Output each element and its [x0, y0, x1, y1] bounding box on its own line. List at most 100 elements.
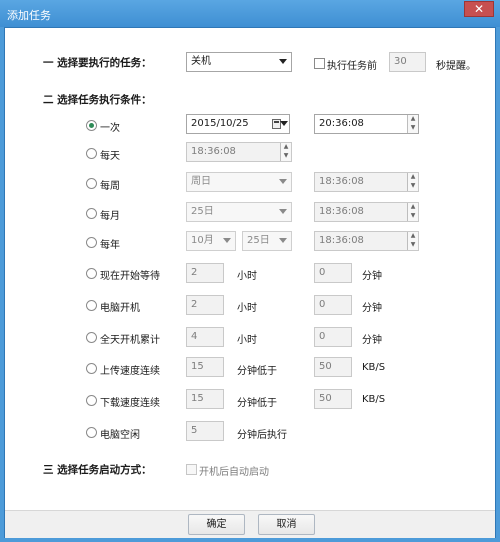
radio-download-label: 下载速度连续	[100, 398, 160, 409]
spin-down-icon[interactable]: ▼	[407, 241, 418, 250]
daily-time-value: 18:36:08	[191, 146, 236, 157]
radio-upload[interactable]	[86, 363, 97, 374]
radio-daily[interactable]	[86, 148, 97, 159]
radio-download[interactable]	[86, 395, 97, 406]
weekly-time-input[interactable]: 18:36:08 ▲ ▼	[314, 172, 419, 192]
notify-suffix: 秒提醒。	[436, 61, 476, 72]
wait-minutes-input[interactable]: 0	[314, 263, 352, 283]
time-spinner[interactable]: ▲ ▼	[407, 232, 418, 250]
spin-down-icon[interactable]: ▼	[407, 182, 418, 191]
monthly-day-select[interactable]: 25日	[186, 202, 292, 222]
chevron-down-icon	[279, 209, 287, 214]
boot-hours-unit: 小时	[237, 303, 257, 314]
spin-down-icon[interactable]: ▼	[280, 152, 291, 161]
chevron-down-icon	[280, 121, 288, 126]
yearly-day-select[interactable]: 25日	[242, 231, 292, 251]
task-select[interactable]: 关机	[186, 52, 292, 72]
spin-down-icon[interactable]: ▼	[407, 212, 418, 221]
upload-minutes-input[interactable]: 15	[186, 357, 224, 377]
radio-yearly-label: 每年	[100, 240, 120, 251]
radio-uptime-label: 全天开机累计	[100, 335, 160, 346]
yearly-time-input[interactable]: 18:36:08 ▲ ▼	[314, 231, 419, 251]
yearly-day-value: 25日	[247, 235, 270, 246]
notify-seconds-input[interactable]: 30	[389, 52, 426, 72]
idle-minutes-text: 分钟后执行	[237, 430, 287, 441]
idle-minutes-input[interactable]: 5	[186, 421, 224, 441]
spin-up-icon[interactable]: ▲	[407, 173, 418, 182]
radio-once[interactable]	[86, 120, 97, 131]
spin-up-icon[interactable]: ▲	[280, 143, 291, 152]
once-date-picker[interactable]: 2015/10/25	[186, 114, 290, 134]
cancel-button[interactable]: 取消	[258, 514, 315, 535]
daily-time-input[interactable]: 18:36:08 ▲ ▼	[186, 142, 292, 162]
download-speed-unit: KB/S	[362, 394, 386, 405]
radio-upload-label: 上传速度连续	[100, 366, 160, 377]
button-bar: 确定 取消	[5, 510, 495, 538]
radio-uptime[interactable]	[86, 332, 97, 343]
radio-weekly-label: 每周	[100, 181, 120, 192]
close-button[interactable]: ✕	[464, 1, 494, 17]
section-task-title: 一 选择要执行的任务：	[43, 57, 152, 69]
weekly-day-select[interactable]: 周日	[186, 172, 292, 192]
task-select-value: 关机	[191, 56, 211, 67]
download-speed-input[interactable]: 50	[314, 389, 352, 409]
time-spinner[interactable]: ▲ ▼	[407, 203, 418, 221]
time-spinner[interactable]: ▲ ▼	[407, 115, 418, 133]
close-icon: ✕	[473, 2, 485, 16]
radio-boot-label: 电脑开机	[100, 303, 140, 314]
yearly-month-select[interactable]: 10月	[186, 231, 236, 251]
spin-up-icon[interactable]: ▲	[407, 203, 418, 212]
notify-label: 执行任务前	[327, 61, 377, 72]
radio-monthly[interactable]	[86, 208, 97, 219]
radio-daily-label: 每天	[100, 151, 120, 162]
spin-up-icon[interactable]: ▲	[407, 115, 418, 124]
boot-minutes-input[interactable]: 0	[314, 295, 352, 315]
boot-hours-input[interactable]: 2	[186, 295, 224, 315]
boot-minutes-unit: 分钟	[362, 303, 382, 314]
wait-minutes-unit: 分钟	[362, 271, 382, 282]
auto-start-label: 开机后自动启动	[199, 467, 269, 478]
notify-checkbox[interactable]	[314, 58, 325, 69]
radio-weekly[interactable]	[86, 178, 97, 189]
time-spinner[interactable]: ▲ ▼	[280, 143, 291, 161]
radio-idle-label: 电脑空闲	[100, 430, 140, 441]
chevron-down-icon	[223, 238, 231, 243]
weekly-time-value: 18:36:08	[319, 176, 364, 187]
once-date-value: 2015/10/25	[191, 118, 249, 129]
dialog-body: 一 选择要执行的任务： 关机 执行任务前 30 秒提醒。 二 选择任务执行条件：…	[4, 27, 496, 538]
chevron-down-icon	[279, 238, 287, 243]
auto-start-checkbox[interactable]	[186, 464, 197, 475]
monthly-time-value: 18:36:08	[319, 206, 364, 217]
download-minutes-text: 分钟低于	[237, 398, 277, 409]
yearly-time-value: 18:36:08	[319, 235, 364, 246]
radio-yearly[interactable]	[86, 237, 97, 248]
uptime-minutes-unit: 分钟	[362, 335, 382, 346]
upload-minutes-text: 分钟低于	[237, 366, 277, 377]
once-time-value: 20:36:08	[319, 118, 364, 129]
once-time-input[interactable]: 20:36:08 ▲ ▼	[314, 114, 419, 134]
spin-down-icon[interactable]: ▼	[407, 124, 418, 133]
radio-boot[interactable]	[86, 300, 97, 311]
ok-button[interactable]: 确定	[188, 514, 245, 535]
yearly-month-value: 10月	[191, 235, 214, 246]
time-spinner[interactable]: ▲ ▼	[407, 173, 418, 191]
weekly-day-value: 周日	[191, 176, 211, 187]
monthly-time-input[interactable]: 18:36:08 ▲ ▼	[314, 202, 419, 222]
download-minutes-input[interactable]: 15	[186, 389, 224, 409]
chevron-down-icon	[279, 179, 287, 184]
section-condition-title: 二 选择任务执行条件：	[43, 94, 152, 106]
uptime-minutes-input[interactable]: 0	[314, 327, 352, 347]
radio-wait[interactable]	[86, 268, 97, 279]
upload-speed-input[interactable]: 50	[314, 357, 352, 377]
radio-idle[interactable]	[86, 427, 97, 438]
chevron-down-icon	[279, 59, 287, 64]
uptime-hours-unit: 小时	[237, 335, 257, 346]
spin-up-icon[interactable]: ▲	[407, 232, 418, 241]
window-title: 添加任务	[7, 9, 51, 22]
title-bar: 添加任务 ✕	[0, 0, 500, 27]
upload-speed-unit: KB/S	[362, 362, 386, 373]
uptime-hours-input[interactable]: 4	[186, 327, 224, 347]
section-start-mode-title: 三 选择任务启动方式：	[43, 464, 152, 476]
wait-hours-input[interactable]: 2	[186, 263, 224, 283]
radio-wait-label: 现在开始等待	[100, 271, 160, 282]
